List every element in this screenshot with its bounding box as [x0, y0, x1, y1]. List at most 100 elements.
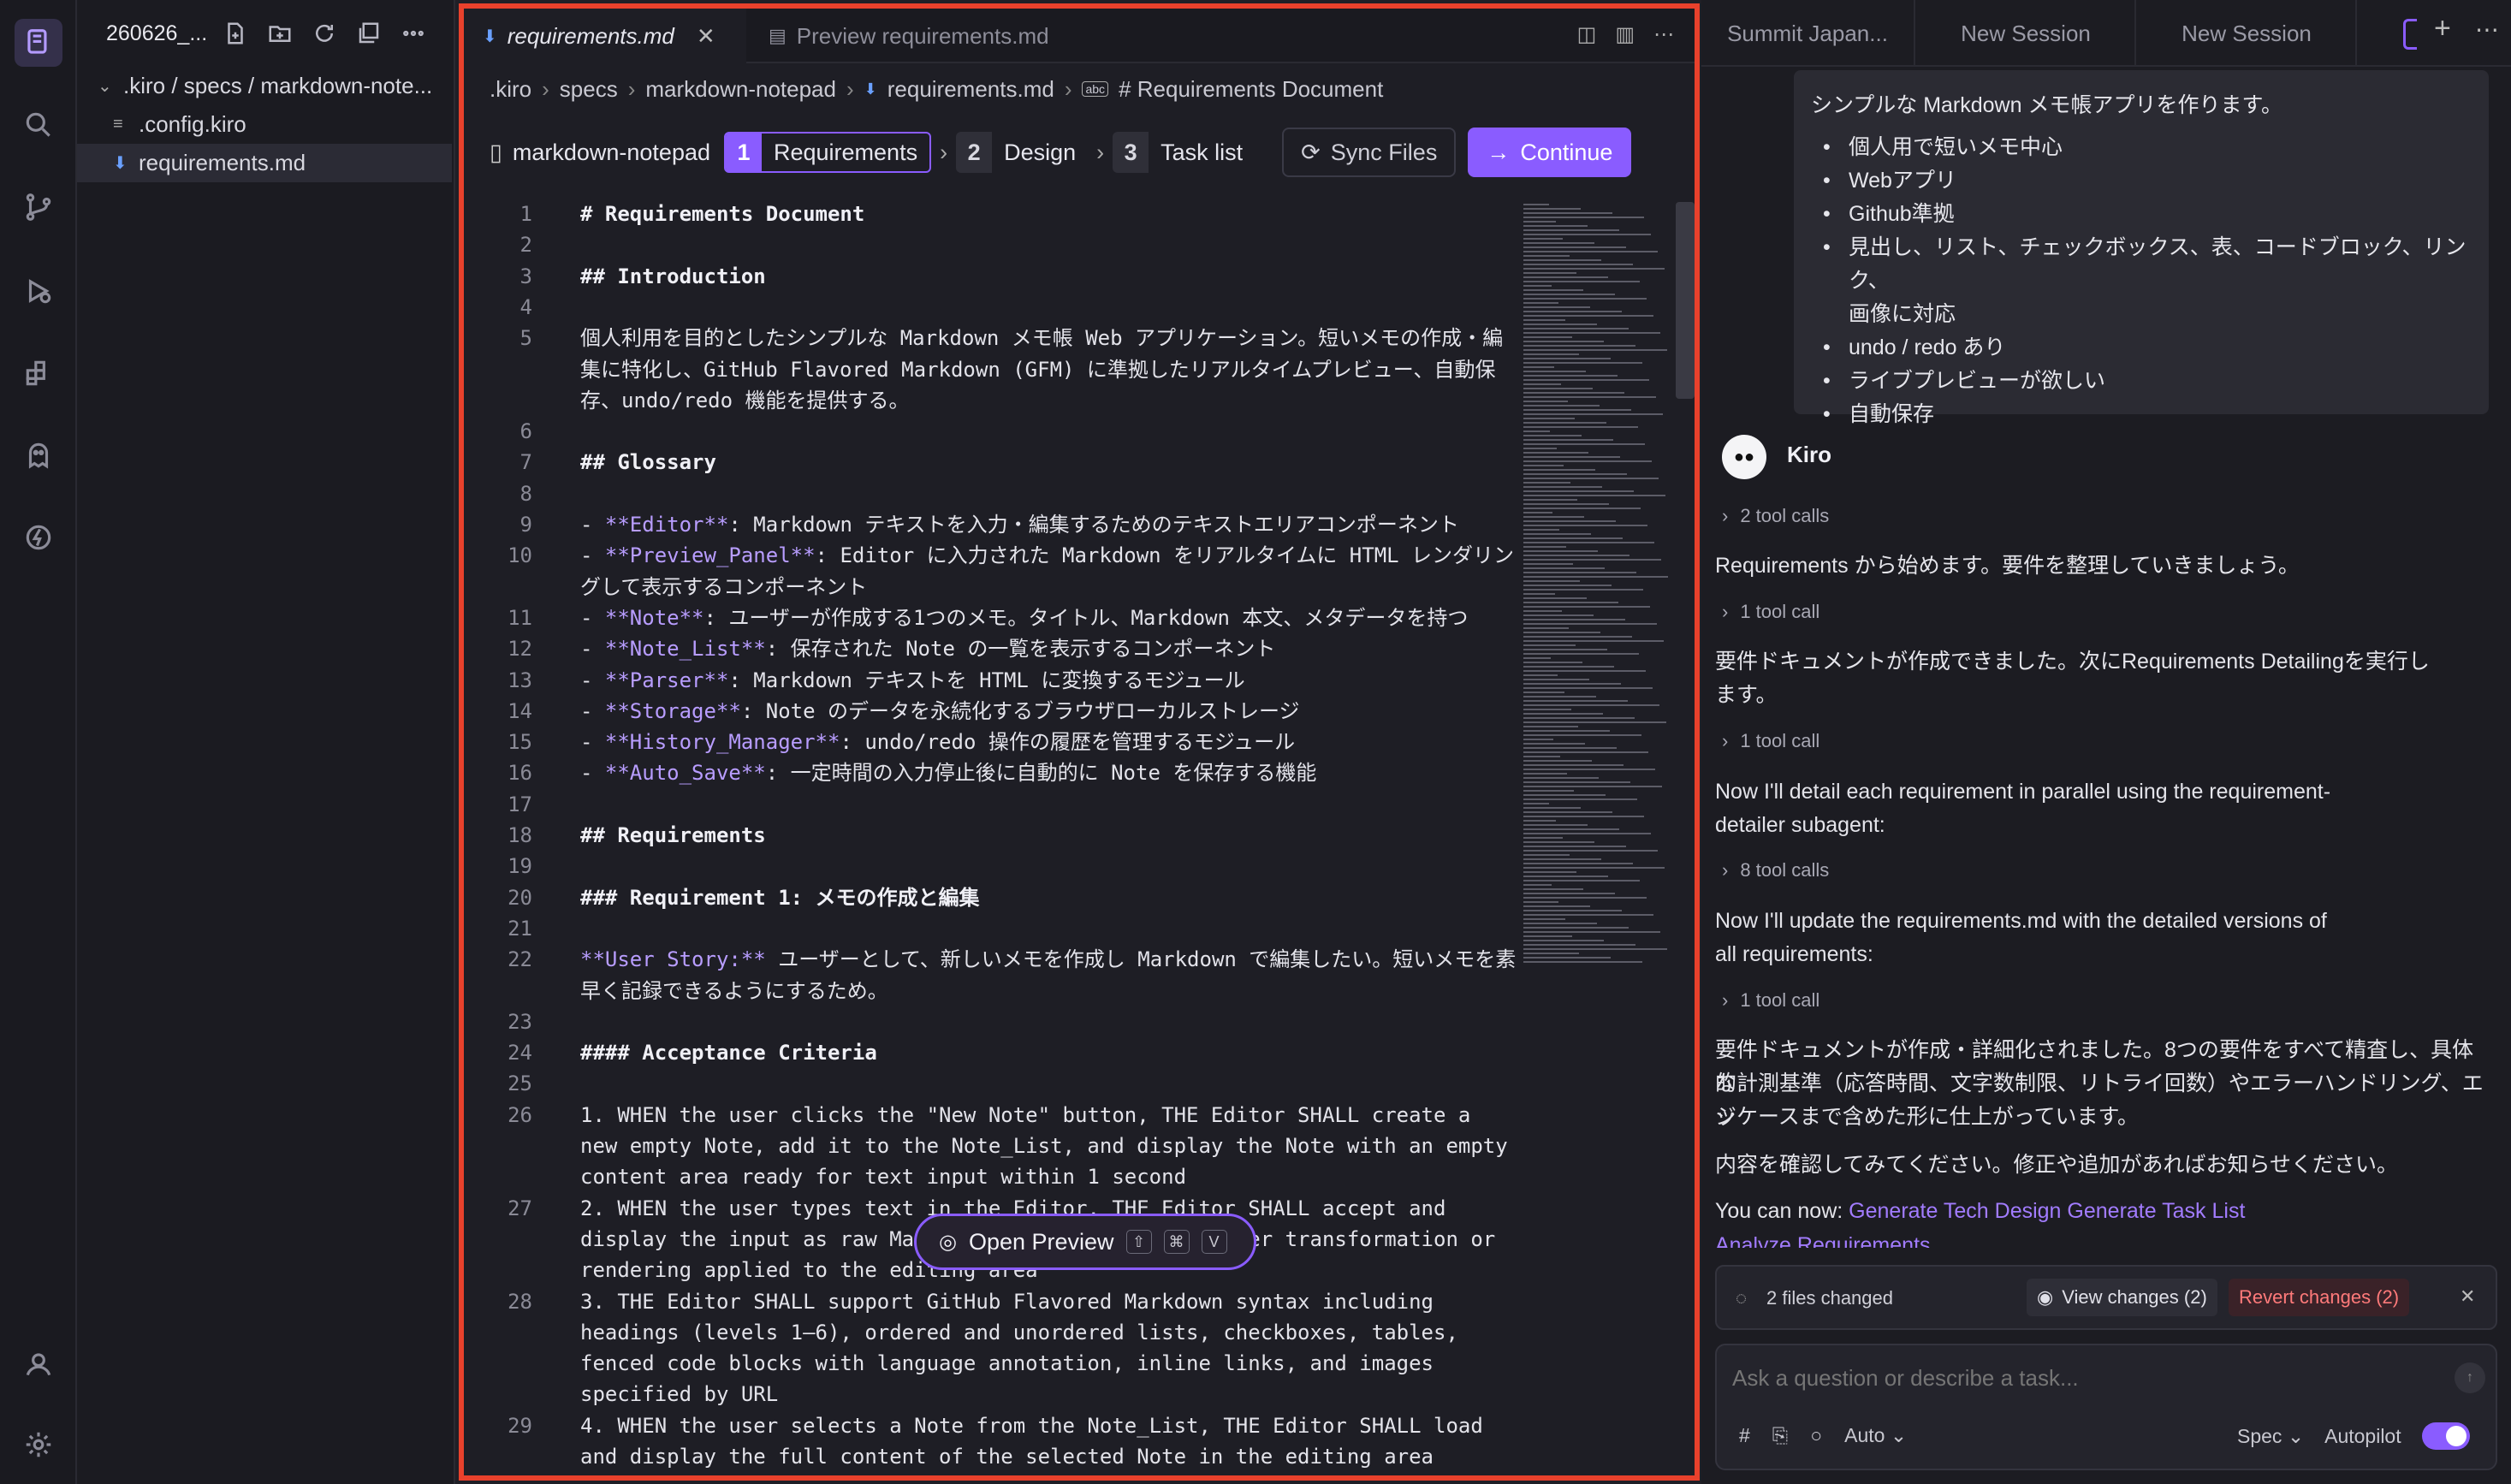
code-line[interactable]: fenced code blocks with language annotat…	[464, 1348, 1491, 1379]
step-design[interactable]: 2 Design	[956, 132, 1088, 173]
kiro-ghost-icon[interactable]	[15, 431, 62, 479]
tool-calls-toggle[interactable]: › 1 tool call	[1722, 730, 1819, 752]
open-preview-side-icon[interactable]: ◫	[1577, 22, 1597, 47]
code-line[interactable]: 25	[464, 1068, 1491, 1099]
chat-input[interactable]	[1732, 1359, 2434, 1397]
continue-button[interactable]: → Continue	[1468, 128, 1632, 177]
send-arrow-icon[interactable]: ↑	[2455, 1362, 2485, 1393]
active-session-indicator[interactable]	[2403, 19, 2417, 50]
file-row-config[interactable]: ≡ .config.kiro	[77, 105, 454, 144]
code-line[interactable]: 8	[464, 478, 1491, 509]
view-changes-button[interactable]: ◉ View changes (2)	[2027, 1279, 2217, 1316]
collapse-all-icon[interactable]	[353, 17, 385, 50]
split-editor-icon[interactable]: ▥	[1615, 22, 1635, 47]
code-line[interactable]: 19	[464, 851, 1491, 881]
settings-gear-icon[interactable]	[15, 1421, 62, 1469]
code-line[interactable]: 5 個人利用を目的としたシンプルな Markdown メモ帳 Web アプリケーシ…	[464, 323, 1504, 353]
code-line[interactable]: 21	[464, 913, 1491, 944]
code-line[interactable]: 3 ## Introduction	[464, 261, 1491, 292]
code-line[interactable]: and display the full content of the sele…	[464, 1441, 1491, 1472]
generate-task-list-link[interactable]: Generate Task List	[2067, 1199, 2245, 1223]
tab-preview[interactable]: ▤ Preview requirements.md	[750, 9, 1068, 63]
code-line[interactable]: 12 - **Note_List**: 保存された Note の一覧を表示するコン…	[464, 633, 1491, 664]
breadcrumb-item[interactable]: # Requirements Document	[1119, 76, 1383, 103]
code-line[interactable]: 23	[464, 1006, 1491, 1037]
source-control-icon[interactable]	[15, 183, 62, 231]
autopilot-toggle[interactable]	[2421, 1422, 2470, 1450]
code-line[interactable]: 22 **User Story:** ユーザーとして、新しいメモを作成し Mark…	[464, 944, 1516, 975]
code-line[interactable]: 14 - **Storage**: Note のデータを永続化するブラウザローカル…	[464, 696, 1491, 727]
new-session-icon[interactable]: +	[2434, 12, 2451, 45]
tool-calls-toggle[interactable]: › 8 tool calls	[1722, 859, 1829, 881]
step-task-list[interactable]: 3 Task list	[1113, 132, 1255, 173]
code-line[interactable]: 29 4. WHEN the user selects a Note from t…	[464, 1410, 1491, 1441]
code-line[interactable]: 17	[464, 789, 1491, 820]
code-line[interactable]: グして表示するコンポーネント	[464, 572, 1491, 603]
analyze-requirements-link[interactable]: Analyze Requirements	[1715, 1233, 1931, 1248]
code-line[interactable]: 18 ## Requirements	[464, 820, 1491, 851]
code-line[interactable]: specified by URL	[464, 1379, 1491, 1410]
sync-files-button[interactable]: ⟳ Sync Files	[1282, 128, 1457, 177]
breadcrumb-item[interactable]: .kiro	[490, 76, 531, 103]
tab-requirements[interactable]: ⬇ requirements.md ✕	[464, 9, 746, 63]
session-tab[interactable]: New Session	[1917, 0, 2136, 67]
code-line[interactable]: 集に特化し、GitHub Flavored Markdown (GFM) に準拠…	[464, 354, 1496, 385]
code-line[interactable]: 24 #### Acceptance Criteria	[464, 1037, 1491, 1068]
folder-path-row[interactable]: ⌄ .kiro / specs / markdown-note...	[77, 67, 454, 105]
model-select[interactable]: Auto ⌄	[1844, 1424, 1907, 1447]
minimap[interactable]	[1518, 200, 1681, 971]
more-icon[interactable]	[397, 17, 430, 50]
code-line[interactable]: new empty Note, add it to the Note_List,…	[464, 1131, 1508, 1161]
breadcrumb-item[interactable]: markdown-notepad	[645, 76, 836, 103]
refresh-icon[interactable]	[308, 17, 341, 50]
attach-icon[interactable]: ⎘	[1772, 1424, 1788, 1447]
breadcrumb-item[interactable]: specs	[560, 76, 618, 103]
scrollbar-thumb[interactable]	[1676, 202, 1695, 399]
code-line[interactable]: headings (levels 1–6), ordered and unord…	[464, 1317, 1491, 1348]
code-line[interactable]: 16 - **Auto_Save**: 一定時間の入力停止後に自動的に Note …	[464, 757, 1491, 788]
code-line[interactable]: 9 - **Editor**: Markdown テキストを入力・編集するためのテ…	[464, 509, 1491, 540]
file-row-requirements[interactable]: ⬇ requirements.md	[77, 144, 452, 182]
context-hash-icon[interactable]: #	[1739, 1424, 1750, 1447]
new-folder-icon[interactable]	[264, 17, 296, 50]
code-line[interactable]: 存、undo/redo 機能を提供する。	[464, 385, 1491, 416]
code-line[interactable]: within 1 second	[464, 1472, 1491, 1475]
generate-tech-design-link[interactable]: Generate Tech Design	[1849, 1199, 2061, 1223]
tool-calls-toggle[interactable]: › 1 tool call	[1722, 989, 1819, 1012]
step-requirements[interactable]: 1 Requirements	[724, 132, 932, 173]
mode-select[interactable]: Spec ⌄	[2237, 1425, 2304, 1448]
code-line[interactable]: 20 ### Requirement 1: メモの作成と編集	[464, 882, 1491, 913]
account-icon[interactable]	[15, 1340, 62, 1388]
tool-calls-toggle[interactable]: › 1 tool call	[1722, 601, 1819, 623]
close-icon[interactable]: ✕	[2460, 1285, 2475, 1308]
code-line[interactable]: 2	[464, 229, 1491, 260]
hooks-icon[interactable]	[15, 513, 62, 561]
tool-calls-toggle[interactable]: › 2 tool calls	[1722, 505, 1829, 527]
circle-icon[interactable]: ○	[1810, 1424, 1822, 1447]
more-actions-icon[interactable]: ⋯	[1653, 22, 1674, 47]
code-line[interactable]: 11 - **Note**: ユーザーが作成する1つのメモ。タイトル、Markdo…	[464, 603, 1491, 633]
code-line[interactable]: 1 # Requirements Document	[464, 199, 1491, 229]
session-tab[interactable]: New Session	[2138, 0, 2357, 67]
breadcrumb-item[interactable]: requirements.md	[887, 76, 1054, 103]
debug-icon[interactable]	[15, 267, 62, 315]
code-line[interactable]: 早く記録できるようにするため。	[464, 976, 1491, 1006]
session-tab[interactable]: Summit Japan...	[1701, 0, 1915, 67]
new-file-icon[interactable]	[219, 17, 252, 50]
search-icon[interactable]	[15, 101, 62, 149]
explorer-icon[interactable]	[15, 19, 62, 67]
code-line[interactable]: 7 ## Glossary	[464, 447, 1491, 478]
close-icon[interactable]: ✕	[697, 23, 715, 50]
revert-changes-button[interactable]: Revert changes (2)	[2229, 1279, 2410, 1316]
code-line[interactable]: 15 - **History_Manager**: undo/redo 操作の履歴…	[464, 727, 1491, 757]
more-icon[interactable]: ⋯	[2475, 15, 2499, 44]
open-preview-button[interactable]: ◎ Open Preview ⇧ ⌘ V	[914, 1214, 1256, 1270]
code-line[interactable]: 4	[464, 292, 1491, 323]
code-line[interactable]: 10 - **Preview_Panel**: Editor に入力された Mar…	[464, 540, 1514, 571]
code-line[interactable]: content area ready for text input within…	[464, 1161, 1491, 1192]
code-line[interactable]: 28 3. THE Editor SHALL support GitHub Fla…	[464, 1286, 1491, 1317]
code-line[interactable]: 13 - **Parser**: Markdown テキストを HTML に変換す…	[464, 665, 1491, 696]
code-line[interactable]: 6	[464, 416, 1491, 447]
extensions-icon[interactable]	[15, 349, 62, 397]
code-line[interactable]: 26 1. WHEN the user clicks the "New Note"…	[464, 1100, 1491, 1131]
